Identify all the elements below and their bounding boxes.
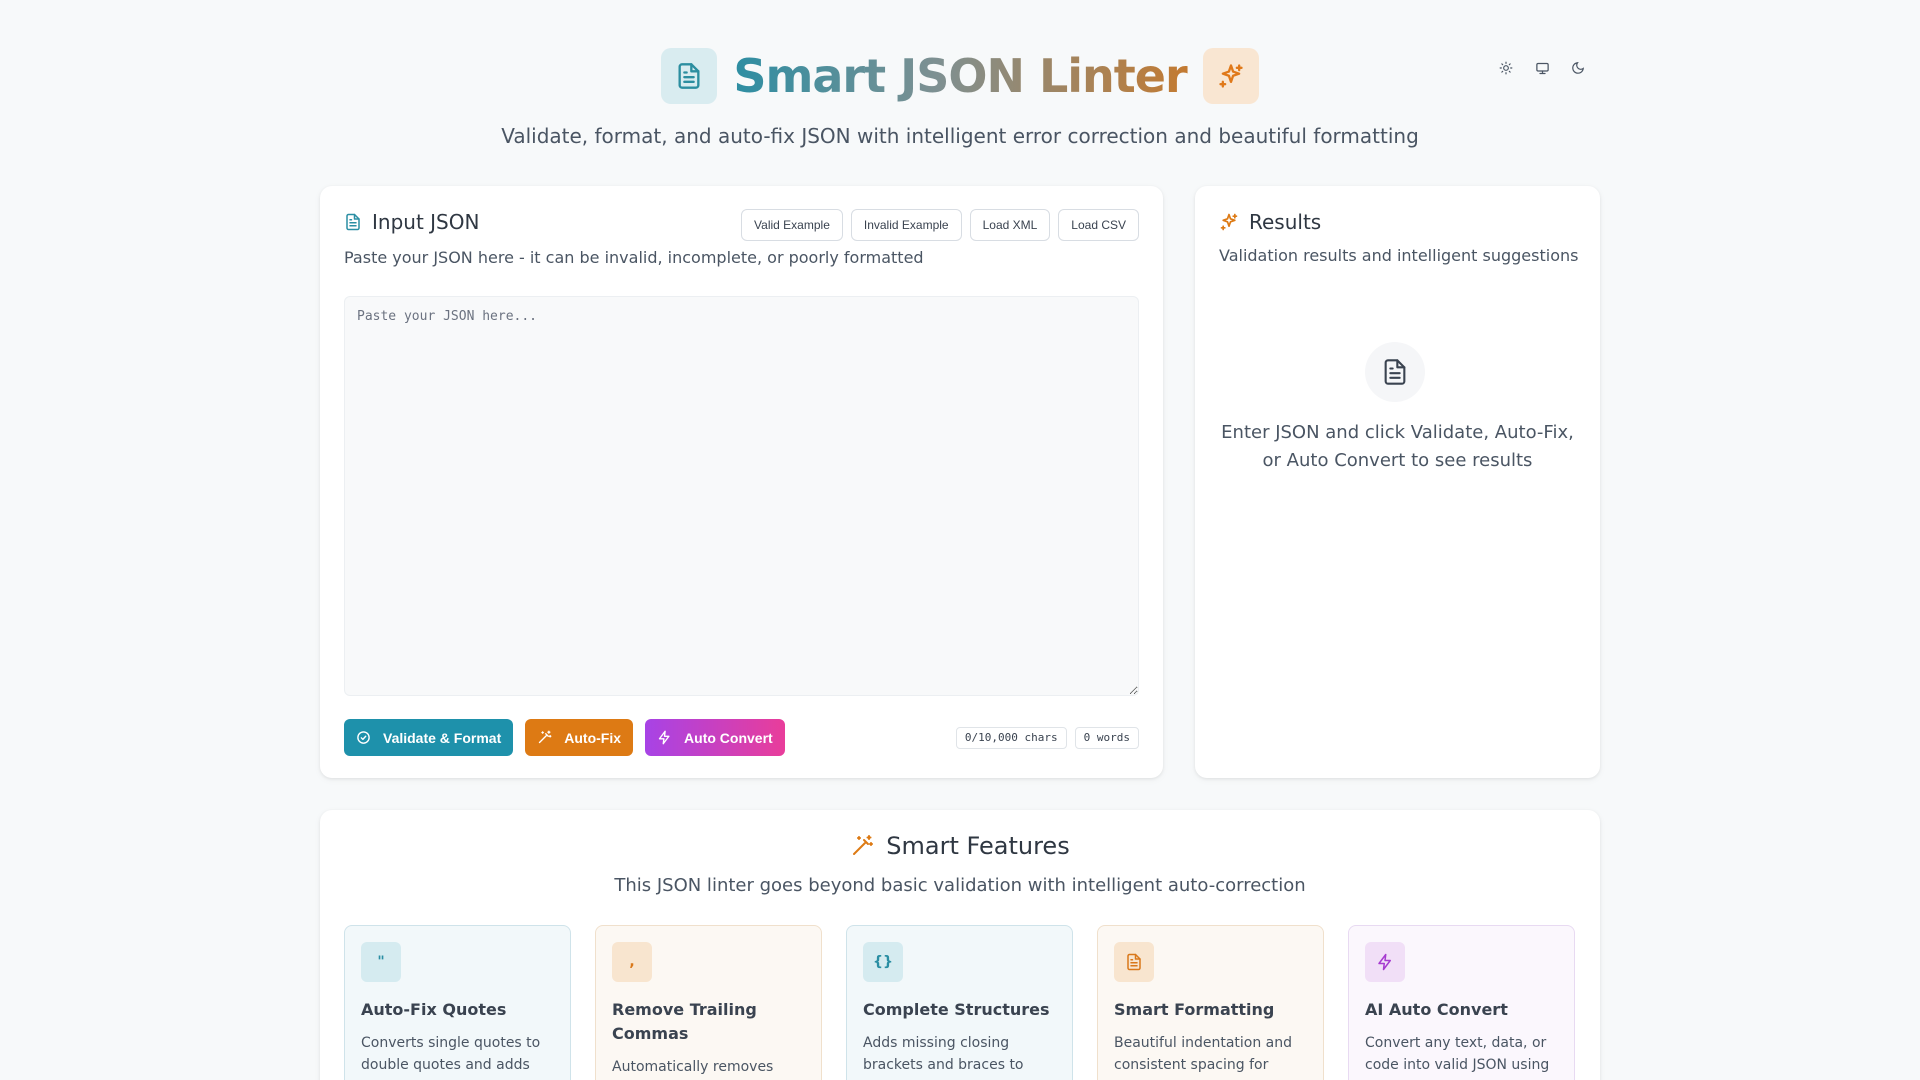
feature-description: Convert any text, data, or code into val…: [1365, 1035, 1550, 1080]
feature-card-smart-formatting: Smart Formatting Beautiful indentation a…: [1097, 925, 1324, 1080]
results-card-header: Results: [1219, 210, 1321, 234]
feature-description: Converts single quotes to double quotes …: [361, 1035, 541, 1073]
valid-example-button[interactable]: Valid Example: [741, 209, 843, 241]
wand-icon: [850, 834, 874, 858]
features-header: Smart Features: [320, 832, 1600, 860]
braces-icon: {}: [863, 942, 903, 982]
wand-icon: [537, 730, 552, 745]
check-circle-icon: [356, 730, 371, 745]
input-json-card: Input JSON Valid Example Invalid Example…: [320, 186, 1163, 778]
results-empty-state: Enter JSON and click Validate, Auto-Fix,…: [1221, 422, 1574, 471]
load-xml-button[interactable]: Load XML: [969, 209, 1051, 241]
invalid-example-button[interactable]: Invalid Example: [850, 209, 962, 241]
feature-card-auto-fix-quotes: " Auto-Fix Quotes Converts single quotes…: [344, 925, 571, 1080]
features-title: Smart Features: [886, 832, 1070, 860]
example-buttons: Valid Example Invalid Example Load XML L…: [741, 209, 1139, 241]
page-subtitle: Validate, format, and auto-fix JSON with…: [501, 124, 1419, 148]
input-card-header: Input JSON: [344, 210, 479, 234]
file-text-icon: [1114, 942, 1154, 982]
page-title: Smart JSON Linter: [729, 49, 1190, 103]
char-count-badge: 0/10,000 chars: [955, 726, 1067, 749]
input-counters: 0/10,000 chars 0 words: [955, 719, 1139, 756]
feature-card-ai-auto-convert: AI Auto Convert Convert any text, data, …: [1348, 925, 1575, 1080]
json-input[interactable]: [344, 296, 1139, 696]
input-card-title: Input JSON: [372, 210, 480, 234]
comma-icon: ,: [612, 942, 652, 982]
action-buttons: Validate & Format Auto-Fix Auto Convert: [344, 719, 785, 756]
results-card-title: Results: [1249, 210, 1322, 234]
page-header: Smart JSON Linter Validate, format, and …: [0, 48, 1920, 148]
results-card: Results Validation results and intellige…: [1195, 186, 1600, 778]
zap-icon: [657, 730, 672, 745]
title-row: Smart JSON Linter: [661, 48, 1259, 104]
feature-title: Auto-Fix Quotes: [361, 1000, 507, 1019]
feature-description: Adds missing closing brackets and braces…: [863, 1035, 1024, 1073]
file-text-icon: [344, 213, 362, 231]
sparkles-icon: [1202, 48, 1259, 104]
feature-title: Complete Structures: [863, 1000, 1050, 1019]
feature-title: Remove Trailing Commas: [612, 1000, 757, 1043]
features-description: This JSON linter goes beyond basic valid…: [614, 875, 1306, 896]
auto-convert-label: Auto Convert: [684, 729, 773, 746]
smart-features-card: Smart Features This JSON linter goes bey…: [320, 810, 1600, 1080]
validate-format-button[interactable]: Validate & Format: [344, 719, 514, 756]
feature-title: AI Auto Convert: [1365, 1000, 1508, 1019]
validate-format-label: Validate & Format: [383, 729, 502, 746]
results-card-description: Validation results and intelligent sugge…: [1219, 246, 1579, 265]
word-count-badge: 0 words: [1074, 726, 1139, 749]
auto-fix-label: Auto-Fix: [564, 729, 622, 746]
feature-grid: " Auto-Fix Quotes Converts single quotes…: [344, 925, 1575, 1080]
feature-title: Smart Formatting: [1114, 1000, 1275, 1019]
quote-icon: ": [361, 942, 401, 982]
auto-convert-button[interactable]: Auto Convert: [645, 719, 785, 756]
feature-card-complete-structures: {} Complete Structures Adds missing clos…: [846, 925, 1073, 1080]
input-card-description: Paste your JSON here - it can be invalid…: [344, 248, 924, 267]
zap-icon: [1365, 942, 1405, 982]
auto-fix-button[interactable]: Auto-Fix: [525, 719, 634, 756]
file-text-icon: [661, 48, 718, 104]
feature-description: Beautiful indentation and consistent spa…: [1114, 1035, 1293, 1073]
file-text-icon: [1365, 342, 1425, 402]
sparkles-icon: [1219, 212, 1239, 232]
load-csv-button[interactable]: Load CSV: [1058, 209, 1139, 241]
feature-description: Automatically removes: [612, 1059, 774, 1075]
feature-card-remove-trailing-commas: , Remove Trailing Commas Automatically r…: [595, 925, 822, 1080]
